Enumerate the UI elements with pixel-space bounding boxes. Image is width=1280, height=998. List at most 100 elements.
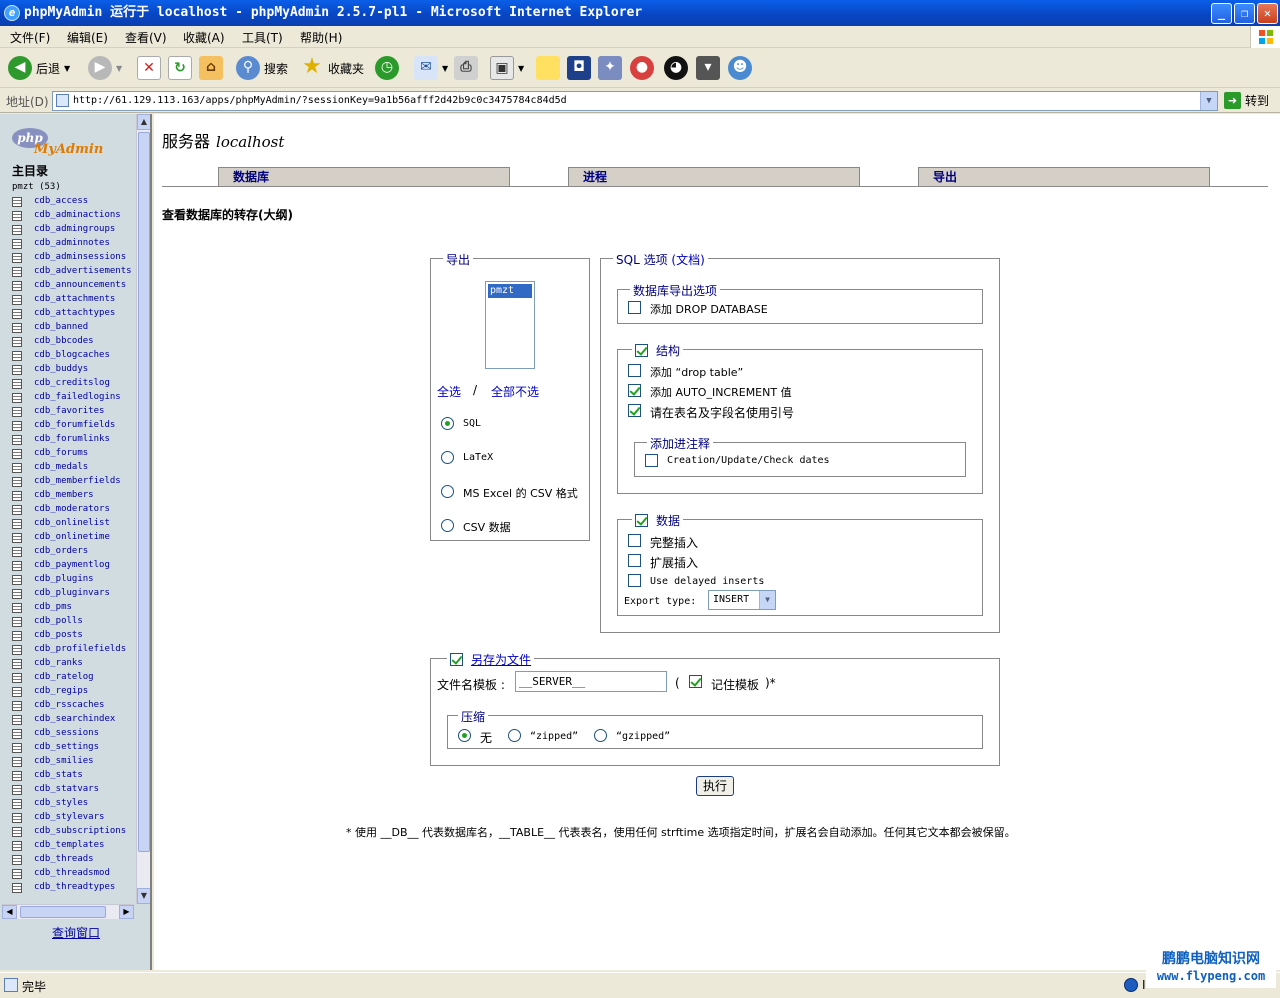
notes-button[interactable] [536,54,560,82]
table-link[interactable]: cdb_onlinelist [34,518,110,528]
table-link[interactable]: cdb_members [34,490,94,500]
menu-edit[interactable]: 编辑(E) [67,29,108,46]
go-button[interactable]: ➜ 转到 [1224,92,1269,109]
table-row[interactable]: cdb_sessions [12,728,136,742]
structure-checkbox[interactable] [635,344,648,357]
table-icon[interactable] [12,477,22,487]
table-link[interactable]: cdb_paymentlog [34,560,110,570]
table-link[interactable]: cdb_styles [34,798,88,808]
table-row[interactable]: cdb_regips [12,686,136,700]
print-button[interactable]: ⎙ [454,54,478,82]
stop-button[interactable]: ✕ [137,54,161,82]
table-icon[interactable] [12,715,22,725]
auto-increment-checkbox[interactable] [628,384,641,397]
export-type-select[interactable]: INSERT ▼ [708,590,776,610]
table-icon[interactable] [12,295,22,305]
table-icon[interactable] [12,813,22,823]
table-link[interactable]: cdb_access [34,196,88,206]
table-icon[interactable] [12,253,22,263]
edit-button[interactable]: ▣ ▼ [490,54,524,82]
tab-databases[interactable]: 数据库 [218,167,510,187]
table-icon[interactable] [12,645,22,655]
table-icon[interactable] [12,267,22,277]
table-icon[interactable] [12,575,22,585]
table-link[interactable]: cdb_banned [34,322,88,332]
maximize-button[interactable]: ❐ [1234,3,1255,24]
table-row[interactable]: cdb_announcements [12,280,136,294]
table-link[interactable]: cdb_ratelog [34,672,94,682]
minimize-button[interactable]: _ [1211,3,1232,24]
table-link[interactable]: cdb_adminnotes [34,238,110,248]
extended-inserts-checkbox[interactable] [628,554,641,567]
horizontal-scrollbar[interactable]: ◀ ▶ [2,904,134,919]
table-row[interactable]: cdb_onlinetime [12,532,136,546]
unselect-all-link[interactable]: 全部不选 [491,383,539,400]
table-row[interactable]: cdb_blogcaches [12,350,136,364]
table-icon[interactable] [12,533,22,543]
table-icon[interactable] [12,673,22,683]
table-icon[interactable] [12,855,22,865]
save-file-label[interactable]: 另存为文件 [471,651,531,668]
table-link[interactable]: cdb_plugins [34,574,94,584]
documentation-link[interactable]: (文档) [671,253,704,267]
table-row[interactable]: cdb_attachtypes [12,308,136,322]
contacts-button[interactable]: ☻ [728,54,752,82]
table-icon[interactable] [12,239,22,249]
hscroll-thumb[interactable] [20,906,106,918]
table-link[interactable]: cdb_failedlogins [34,392,121,402]
tab-export[interactable]: 导出 [918,167,1210,187]
table-icon[interactable] [12,785,22,795]
data-checkbox[interactable] [635,514,648,527]
table-icon[interactable] [12,225,22,235]
table-link[interactable]: cdb_creditslog [34,378,110,388]
table-icon[interactable] [12,771,22,781]
address-dropdown-icon[interactable]: ▼ [1200,92,1217,110]
table-icon[interactable] [12,309,22,319]
table-link[interactable]: cdb_buddys [34,364,88,374]
address-input[interactable]: http://61.129.113.163/apps/phpMyAdmin/?s… [52,91,1218,111]
table-link[interactable]: cdb_medals [34,462,88,472]
mail-dropdown-icon[interactable]: ▼ [442,64,448,73]
menu-view[interactable]: 查看(V) [125,29,167,46]
backquotes-checkbox[interactable] [628,404,641,417]
delayed-inserts-checkbox[interactable] [628,574,641,587]
table-row[interactable]: cdb_paymentlog [12,560,136,574]
database-option[interactable]: pmzt [488,284,532,298]
table-link[interactable]: cdb_memberfields [34,476,121,486]
scroll-down-icon[interactable]: ▼ [137,888,150,904]
table-row[interactable]: cdb_adminsessions [12,252,136,266]
table-row[interactable]: cdb_styles [12,798,136,812]
history-button[interactable]: ◷ [375,54,399,82]
favorites-button[interactable]: ★ 收藏夹 [300,54,364,82]
table-row[interactable]: cdb_polls [12,616,136,630]
table-icon[interactable] [12,463,22,473]
table-icon[interactable] [12,687,22,697]
table-icon[interactable] [12,603,22,613]
table-link[interactable]: cdb_rsscaches [34,700,104,710]
table-row[interactable]: cdb_admingroups [12,224,136,238]
table-link[interactable]: cdb_templates [34,840,104,850]
table-link[interactable]: cdb_blogcaches [34,350,110,360]
table-icon[interactable] [12,659,22,669]
table-row[interactable]: cdb_forumlinks [12,434,136,448]
table-row[interactable]: cdb_ratelog [12,672,136,686]
table-row[interactable]: cdb_attachments [12,294,136,308]
vertical-scrollbar[interactable]: ▲ ▼ [136,114,150,904]
table-icon[interactable] [12,281,22,291]
table-icon[interactable] [12,211,22,221]
scroll-right-icon[interactable]: ▶ [119,905,134,919]
table-link[interactable]: cdb_admingroups [34,224,115,234]
table-row[interactable]: cdb_subscriptions [12,826,136,840]
table-row[interactable]: cdb_threads [12,854,136,868]
table-link[interactable]: cdb_favorites [34,406,104,416]
table-row[interactable]: cdb_templates [12,840,136,854]
table-link[interactable]: cdb_adminactions [34,210,121,220]
creation-dates-checkbox[interactable] [645,454,658,467]
table-icon[interactable] [12,197,22,207]
table-row[interactable]: cdb_orders [12,546,136,560]
table-icon[interactable] [12,547,22,557]
table-row[interactable]: cdb_ranks [12,658,136,672]
table-link[interactable]: cdb_pluginvars [34,588,110,598]
table-row[interactable]: cdb_smilies [12,756,136,770]
table-row[interactable]: cdb_plugins [12,574,136,588]
